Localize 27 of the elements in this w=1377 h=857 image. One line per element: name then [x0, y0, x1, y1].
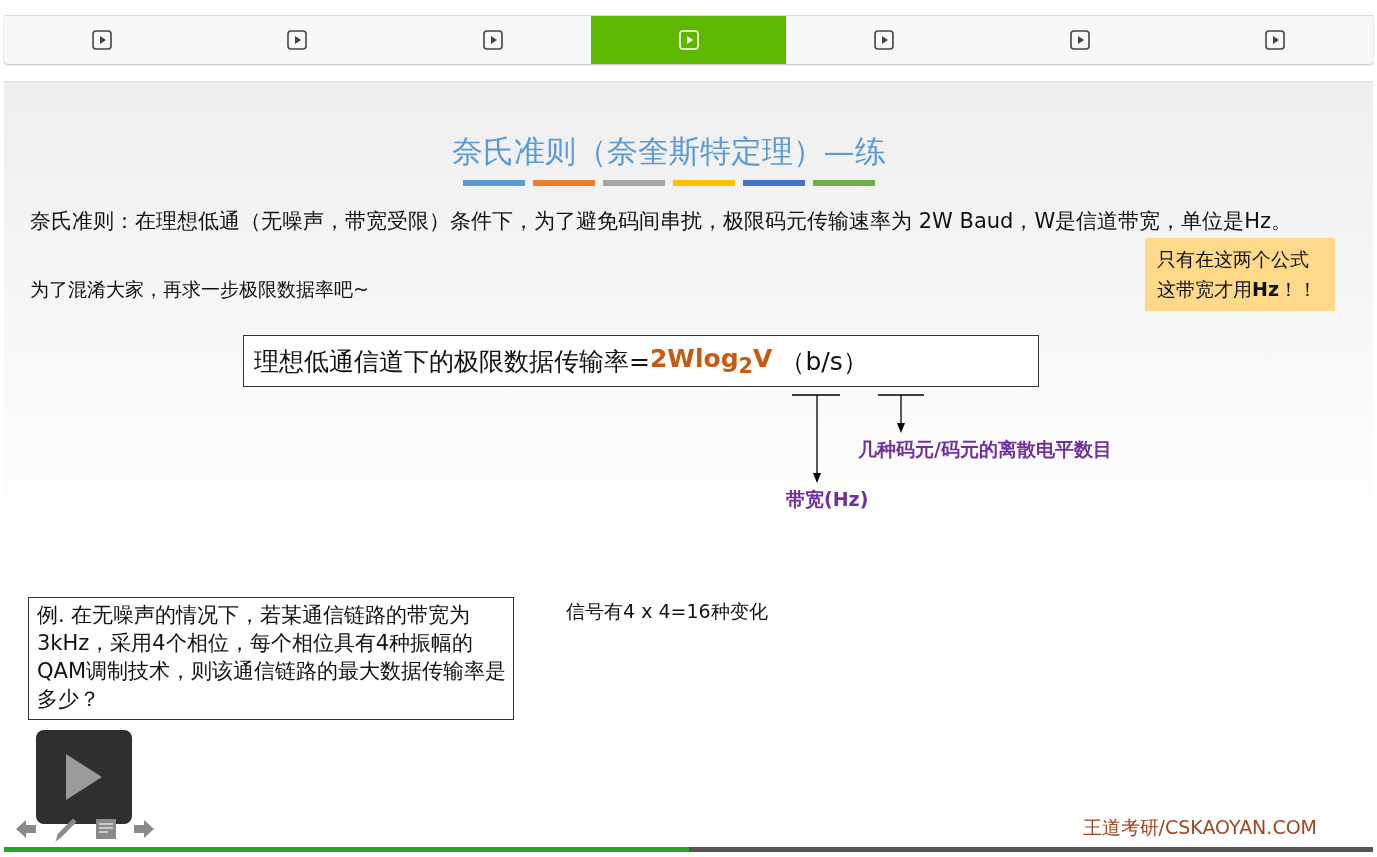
formula-unit: （b/s）: [780, 345, 868, 378]
play-icon: [1265, 30, 1286, 50]
forward-arrow-icon[interactable]: [132, 817, 156, 841]
note-text: 只有在这两个公式: [1157, 247, 1311, 272]
play-icon: [287, 30, 308, 50]
bracket-arrow: [877, 394, 925, 433]
working-text: 信号有4 x 4=16种变化: [566, 599, 768, 624]
play-icon: [482, 30, 503, 50]
paragraph: 奈氏准则：在理想低通（无噪声，带宽受限）条件下，为了避免码间串扰，极限码元传输速率为 2W Baud，W是信道带宽，单位是Hz。: [30, 208, 1293, 235]
play-button[interactable]: [36, 730, 132, 824]
formula-text: 理想低通信道下的极限数据传输率=: [254, 345, 650, 378]
back-arrow-icon[interactable]: [14, 817, 38, 841]
annotation-label: 带宽(Hz): [786, 487, 869, 512]
example-question: 例. 在无噪声的情况下，若某通信链路的带宽为3kHz，采用4个相位，每个相位具有4种振幅的QAM调制技术，则该通信链路的最大数据传输率是多少？: [28, 597, 514, 720]
play-icon: [1069, 30, 1090, 50]
paragraph: 为了混淆大家，再求一步极限数据率吧~: [30, 277, 369, 302]
note-text: 这带宽才用Hz！！: [1157, 277, 1317, 302]
slide-tab[interactable]: [590, 16, 787, 64]
play-icon: [91, 30, 112, 50]
formula-expression: 2Wlog$_{2}$V: [649, 344, 773, 378]
play-icon: [64, 752, 104, 802]
notes-icon[interactable]: [94, 817, 118, 841]
play-icon: [874, 30, 895, 50]
slide-title: 奈氏准则（奈奎斯特定理）—练: [450, 132, 887, 171]
play-icon: [678, 30, 699, 50]
footer-text: 王道考研/CSKAOYAN.COM: [1082, 815, 1317, 840]
annotation-label: 几种码元/码元的离散电平数目: [858, 437, 1112, 462]
